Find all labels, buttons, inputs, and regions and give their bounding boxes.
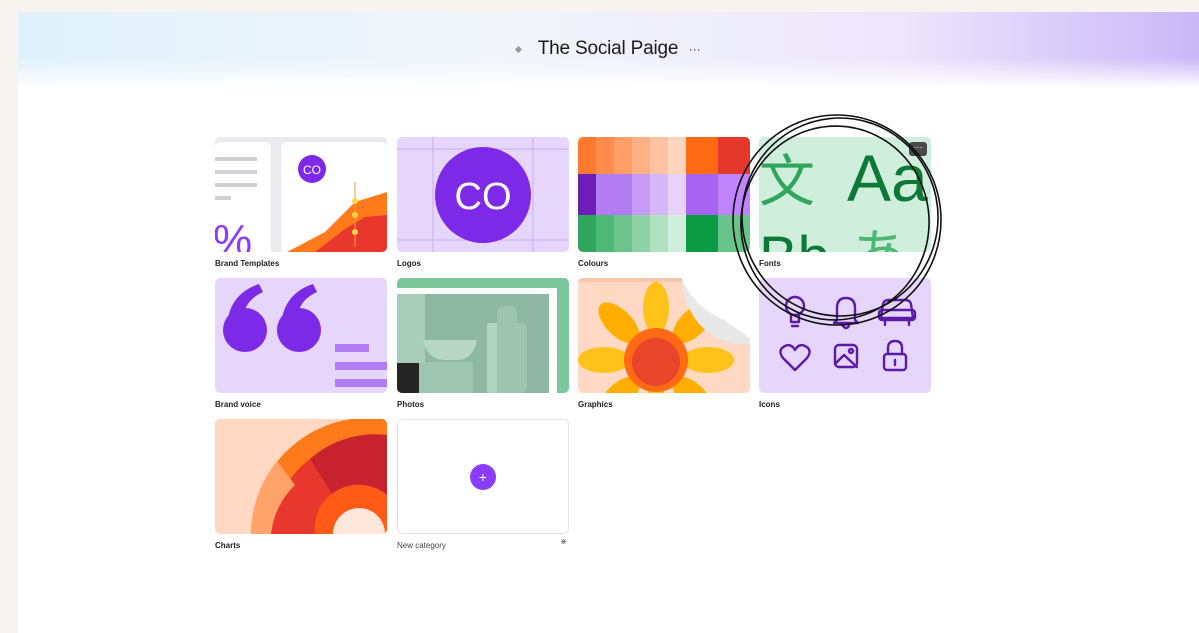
- icons-thumbnail: [759, 278, 931, 393]
- colours-thumbnail: [578, 137, 750, 252]
- tile-logos[interactable]: CO Logos: [397, 137, 569, 268]
- tile-brand-voice[interactable]: Brand voice: [215, 278, 387, 409]
- new-category-thumbnail: +: [397, 419, 569, 534]
- new-category-menu-icon[interactable]: ⋇: [560, 537, 567, 546]
- tile-label: Charts: [215, 541, 241, 550]
- tile-graphics[interactable]: Graphics: [578, 278, 750, 409]
- template-badge: CO: [303, 163, 321, 177]
- fonts-more-button[interactable]: ···: [909, 142, 927, 156]
- font-sample-bb: Bb: [759, 225, 830, 252]
- brand-title-bar: The Social Paige ···: [18, 38, 1199, 60]
- charts-thumbnail: [215, 419, 387, 534]
- tile-label: Brand voice: [215, 400, 261, 409]
- logo-badge: CO: [455, 176, 512, 218]
- add-category-button[interactable]: +: [470, 464, 496, 490]
- canvas-frame: The Social Paige ··· % CO Brand Template…: [18, 12, 1199, 633]
- tile-label: New category: [397, 541, 446, 550]
- tile-colours[interactable]: Colours: [578, 137, 750, 268]
- graphics-thumbnail: [578, 278, 750, 393]
- tile-label: Photos: [397, 400, 425, 409]
- photos-thumbnail: [397, 278, 569, 393]
- percent-text: %: [215, 216, 252, 252]
- tile-label: Logos: [397, 259, 421, 268]
- font-sample-kana: あ: [851, 224, 907, 252]
- logos-thumbnail: CO: [397, 137, 569, 252]
- tile-label: Colours: [578, 259, 609, 268]
- tile-fonts[interactable]: 文 Aa Bb あ ··· Fonts: [759, 137, 931, 268]
- tile-label: Fonts: [759, 259, 781, 268]
- font-sample-cjk: 文: [759, 150, 815, 215]
- diamond-icon: [515, 45, 523, 53]
- tile-label: Brand Templates: [215, 259, 280, 268]
- tile-photos[interactable]: Photos: [397, 278, 569, 409]
- tile-label: Graphics: [578, 400, 613, 409]
- tile-charts[interactable]: Charts: [215, 419, 387, 550]
- tile-brand-templates[interactable]: % CO Brand Templates: [215, 137, 387, 268]
- brand-kit-title[interactable]: The Social Paige: [538, 38, 679, 59]
- more-options-button[interactable]: ···: [689, 42, 701, 56]
- tile-new-category[interactable]: + New category ⋇: [397, 419, 569, 550]
- brand-voice-thumbnail: [215, 278, 387, 393]
- brand-templates-thumbnail: % CO: [215, 137, 387, 252]
- tile-label: Icons: [759, 400, 780, 409]
- tile-icons[interactable]: Icons: [759, 278, 931, 409]
- fonts-thumbnail: 文 Aa Bb あ ···: [759, 137, 931, 252]
